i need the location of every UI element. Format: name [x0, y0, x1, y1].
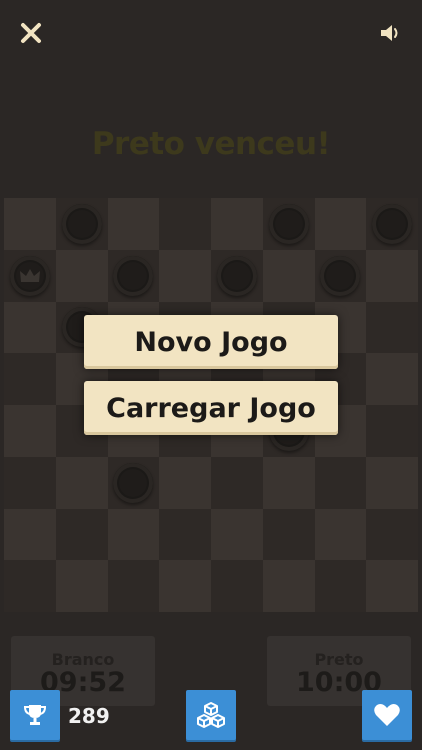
board-square[interactable] — [262, 560, 315, 612]
board-square[interactable] — [211, 508, 263, 561]
board-square[interactable] — [107, 198, 160, 250]
board-square[interactable] — [314, 456, 367, 509]
crown-icon — [19, 268, 40, 282]
board-square[interactable] — [366, 508, 418, 561]
close-icon — [21, 23, 41, 43]
board-square[interactable] — [211, 456, 263, 509]
speaker-icon — [381, 25, 398, 41]
leaderboard-button[interactable] — [10, 690, 60, 740]
game-result-title: Preto venceu! — [91, 126, 331, 162]
new-game-button[interactable]: Novo Jogo — [84, 315, 338, 369]
board-square[interactable] — [262, 456, 315, 509]
board-square[interactable] — [366, 249, 418, 302]
board-square[interactable] — [55, 456, 108, 509]
board-square[interactable] — [366, 353, 418, 405]
cubes-icon — [197, 702, 225, 728]
trophy-icon — [23, 705, 47, 725]
checker-piece[interactable] — [268, 203, 309, 244]
checker-piece[interactable] — [216, 255, 257, 296]
board-square[interactable] — [159, 508, 211, 561]
board-square[interactable] — [159, 560, 211, 612]
board-square[interactable] — [4, 508, 56, 561]
board-square[interactable] — [314, 560, 367, 612]
checker-piece[interactable] — [61, 203, 102, 244]
board-square[interactable] — [159, 198, 211, 250]
board-square[interactable] — [314, 198, 367, 250]
load-game-button[interactable]: Carregar Jogo — [84, 381, 338, 435]
board-square[interactable] — [107, 508, 160, 561]
favorite-button[interactable] — [362, 690, 412, 740]
board-square[interactable] — [211, 560, 263, 612]
board-square[interactable] — [211, 198, 263, 250]
sound-toggle-button[interactable] — [376, 18, 406, 48]
board-square[interactable] — [4, 353, 56, 405]
king-piece[interactable] — [9, 255, 50, 296]
top-bar — [0, 0, 422, 64]
board-square[interactable] — [4, 405, 56, 457]
board-square[interactable] — [4, 198, 56, 250]
more-games-button[interactable] — [186, 690, 236, 740]
board-square[interactable] — [366, 405, 418, 457]
board-square[interactable] — [366, 560, 418, 612]
board-square[interactable] — [159, 456, 211, 509]
board-square[interactable] — [366, 301, 418, 354]
board-square[interactable] — [107, 560, 160, 612]
board-square[interactable] — [4, 560, 56, 612]
checker-piece[interactable] — [113, 255, 154, 296]
board-square[interactable] — [55, 560, 108, 612]
board-square[interactable] — [262, 249, 315, 302]
board-square[interactable] — [262, 508, 315, 561]
checker-piece[interactable] — [372, 203, 413, 244]
board-square[interactable] — [55, 508, 108, 561]
board-square[interactable] — [4, 456, 56, 509]
board-square[interactable] — [314, 508, 367, 561]
checker-piece[interactable] — [113, 462, 154, 503]
heart-icon — [374, 704, 400, 726]
checker-piece[interactable] — [320, 255, 361, 296]
score-value: 289 — [68, 704, 110, 728]
board-square[interactable] — [159, 249, 211, 302]
board-square[interactable] — [4, 301, 56, 354]
board-square[interactable] — [366, 456, 418, 509]
close-button[interactable] — [16, 18, 46, 48]
board-square[interactable] — [55, 249, 108, 302]
